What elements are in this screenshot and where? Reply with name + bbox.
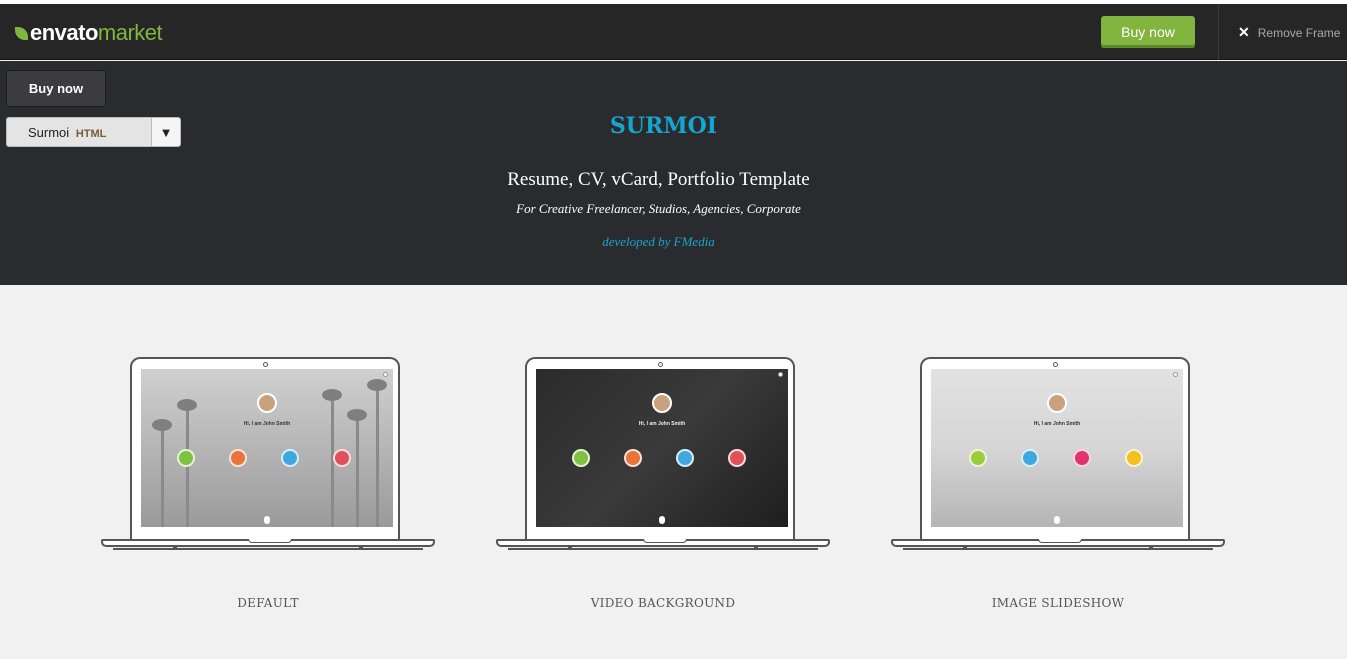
remove-frame-label: Remove Frame — [1257, 25, 1341, 40]
laptop-notch — [248, 539, 292, 543]
list-icon — [281, 449, 299, 467]
preview-greeting: Hi, I am John Smith — [1033, 421, 1081, 427]
theme-tag: HTML — [75, 127, 107, 140]
demo-caption[interactable]: DEFAULT — [101, 596, 435, 610]
laptop-foot — [508, 547, 818, 550]
hero-banner: SURMOI Resume, CV, vCard, Portfolio Temp… — [0, 61, 1347, 285]
laptop-foot — [113, 547, 423, 550]
logo-envato-text: envato — [30, 20, 98, 45]
close-dot-icon — [1173, 372, 1178, 377]
logo-market-text: market — [97, 20, 163, 45]
demo-video-background[interactable]: Hi, I am John Smith VIDEO BACKGROUND — [496, 357, 830, 610]
demo-preview[interactable]: Hi, I am John Smith — [141, 369, 393, 527]
scroll-indicator — [264, 516, 270, 524]
list-icon — [676, 449, 694, 467]
close-dot-icon — [778, 372, 783, 377]
laptop-screen: Hi, I am John Smith — [525, 357, 795, 539]
hero-tagline: For Creative Freelancer, Studios, Agenci… — [516, 201, 801, 216]
user-icon — [969, 449, 987, 467]
scroll-indicator — [1054, 516, 1060, 524]
preview-greeting: Hi, I am John Smith — [243, 421, 291, 427]
laptop-notch — [643, 539, 687, 543]
theme-name: Surmoi — [28, 124, 70, 140]
laptop-screen: Hi, I am John Smith — [130, 357, 400, 539]
chevron-down-icon[interactable]: ▼ — [151, 118, 180, 146]
close-dot-icon — [383, 372, 388, 377]
buy-now-button[interactable]: Buy now — [1101, 16, 1195, 48]
palm-tree — [347, 409, 367, 527]
page-title: SURMOI — [609, 113, 718, 139]
send-icon — [1125, 449, 1143, 467]
laptop-base — [496, 539, 830, 547]
palm-tree — [152, 419, 172, 527]
send-icon — [333, 449, 351, 467]
laptop-base — [101, 539, 435, 547]
laptop-base — [891, 539, 1225, 547]
leaf-icon — [15, 26, 28, 40]
demo-default[interactable]: Hi, I am John Smith DEFAULT — [101, 357, 435, 610]
camera-icon — [1073, 449, 1091, 467]
camera-icon — [658, 362, 663, 367]
camera-icon — [1053, 362, 1058, 367]
laptop-notch — [1038, 539, 1082, 543]
avatar — [257, 393, 277, 413]
demo-image-slideshow[interactable]: Hi, I am John Smith IMAGE SLIDESHOW — [891, 357, 1225, 610]
user-icon — [572, 449, 590, 467]
user-icon — [177, 449, 195, 467]
demo-caption[interactable]: IMAGE SLIDESHOW — [891, 596, 1225, 610]
hero-subtitle: Resume, CV, vCard, Portfolio Template — [507, 169, 810, 190]
demo-preview[interactable]: Hi, I am John Smith — [536, 369, 788, 527]
palm-tree — [367, 379, 387, 527]
camera-icon — [263, 362, 268, 367]
avatar — [1047, 393, 1067, 413]
avatar — [652, 393, 672, 413]
bar-divider — [1218, 4, 1219, 60]
document-icon — [229, 449, 247, 467]
send-icon — [728, 449, 746, 467]
scroll-indicator — [659, 516, 665, 524]
buy-now-theme-button[interactable]: Buy now — [6, 70, 106, 107]
demo-preview[interactable]: Hi, I am John Smith — [931, 369, 1183, 527]
theme-select[interactable]: Surmoi HTML ▼ — [6, 117, 181, 147]
document-icon — [1021, 449, 1039, 467]
document-icon — [624, 449, 642, 467]
laptop-screen: Hi, I am John Smith — [920, 357, 1190, 539]
demo-caption[interactable]: VIDEO BACKGROUND — [496, 596, 830, 610]
laptop-foot — [903, 547, 1213, 550]
envato-market-logo[interactable]: envato market — [15, 20, 163, 46]
developer-credit[interactable]: developed by FMedia — [0, 234, 1347, 250]
envato-bar: envato market Buy now ✕ Remove Frame — [0, 4, 1347, 60]
remove-frame-button[interactable]: ✕ Remove Frame — [1238, 24, 1340, 41]
theme-select-value: Surmoi HTML — [7, 125, 151, 140]
preview-greeting: Hi, I am John Smith — [638, 421, 686, 427]
close-icon: ✕ — [1238, 24, 1250, 40]
